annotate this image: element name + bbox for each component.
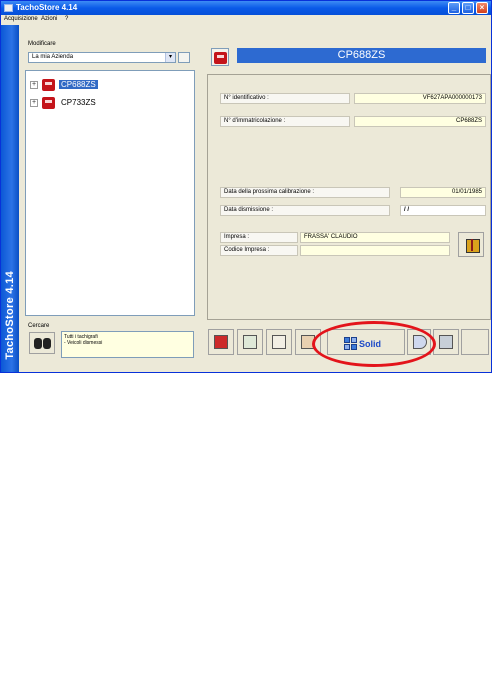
impresa-value: FRASSA' CLAUDIO <box>300 232 450 243</box>
company-edit-button[interactable] <box>178 52 190 63</box>
search-label: Cercare <box>28 323 50 329</box>
maximize-button[interactable]: □ <box>462 2 474 14</box>
dismission-input[interactable]: / / <box>400 205 486 216</box>
menu-acquisizione[interactable]: Acquisizione <box>4 16 38 22</box>
company-select[interactable]: La mia Azienda ▾ <box>28 52 176 63</box>
company-code-field: Codice Impresa : <box>220 245 452 256</box>
exit-button[interactable] <box>461 329 489 355</box>
chevron-down-icon[interactable]: ▾ <box>165 53 175 62</box>
company-field: Impresa : FRASSA' CLAUDIO <box>220 232 452 243</box>
highlight-ring <box>312 321 436 367</box>
id-label: N° identificativo : <box>220 93 350 104</box>
download-icon <box>243 335 257 349</box>
company-code-value <box>300 245 450 256</box>
window-title: TachoStore 4.14 <box>16 3 78 12</box>
company-select-value: La mia Azienda <box>32 54 74 60</box>
company-label: Modificare <box>28 41 56 47</box>
menu-help[interactable]: ? <box>65 16 68 22</box>
vehicle-header: CP688ZS <box>237 48 486 63</box>
menu-azioni[interactable]: Azioni <box>41 16 57 22</box>
printer-icon <box>439 335 453 349</box>
binoculars-search-button[interactable] <box>29 332 55 354</box>
card-button[interactable] <box>266 329 292 355</box>
truck-icon <box>214 52 227 64</box>
id-value: VF627APA000000173 <box>354 93 486 104</box>
id-field: N° identificativo : VF627APA000000173 <box>220 93 486 104</box>
truck-icon <box>42 97 55 109</box>
dismission-label: Data dismissione : <box>220 205 390 216</box>
registration-value: CP688ZS <box>354 116 486 127</box>
search-filter-line: - Veicoli dismessi <box>64 340 103 346</box>
registration-field: N° d'immatricolazione : CP688ZS <box>220 116 486 127</box>
play-icon <box>214 335 228 349</box>
search-filter-box[interactable]: Tutti i tachigrafi - Veicoli dismessi <box>61 331 194 358</box>
menu-bar: Acquisizione Azioni ? <box>1 15 491 25</box>
calibration-field: Data della prossima calibrazione : 01/01… <box>220 187 486 198</box>
company-code-label: Codice Impresa : <box>220 245 298 256</box>
print-button[interactable] <box>433 329 459 355</box>
registration-label: N° d'immatricolazione : <box>220 116 350 127</box>
expand-icon[interactable]: + <box>30 99 38 107</box>
close-button[interactable]: × <box>476 2 488 14</box>
minimize-button[interactable]: _ <box>448 2 460 14</box>
tree-item-label[interactable]: CP733ZS <box>59 98 98 107</box>
brand-text: TachoStore 4.14 <box>4 271 16 360</box>
calibration-label: Data della prossima calibrazione : <box>220 187 390 198</box>
vehicle-tree: + CP688ZS + CP733ZS <box>25 70 195 316</box>
impresa-label: Impresa : <box>220 232 298 243</box>
download-button[interactable] <box>237 329 263 355</box>
expand-icon[interactable]: + <box>30 81 38 89</box>
vehicle-header-icon <box>211 48 229 66</box>
play-tachograph-button[interactable] <box>208 329 234 355</box>
title-bar: TachoStore 4.14 _ □ × <box>1 1 491 15</box>
gift-box-icon[interactable] <box>458 232 484 257</box>
truck-icon <box>42 79 55 91</box>
calibration-value[interactable]: 01/01/1985 <box>400 187 486 198</box>
brand-sidebar: TachoStore 4.14 <box>1 25 19 372</box>
tree-item-label[interactable]: CP688ZS <box>59 80 98 89</box>
app-icon <box>4 4 13 12</box>
card-icon <box>272 335 286 349</box>
app-window: TachoStore 4.14 _ □ × Acquisizione Azion… <box>0 0 492 373</box>
dismission-field: Data dismissione : / / <box>220 205 486 216</box>
